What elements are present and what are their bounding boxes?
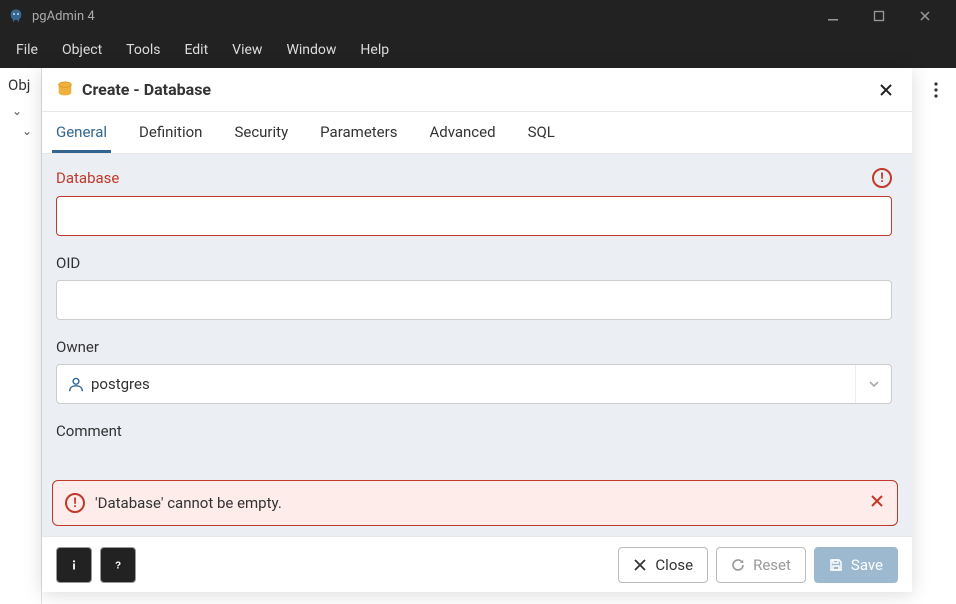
close-button[interactable]: Close (618, 547, 708, 583)
overflow-menu-button[interactable] (926, 80, 946, 100)
close-button-label: Close (655, 556, 693, 574)
comment-field-label: Comment (56, 422, 892, 440)
menu-edit[interactable]: Edit (172, 36, 220, 64)
alert-icon: ! (872, 168, 892, 188)
reset-button-label: Reset (753, 556, 791, 574)
sidebar-panel-title: Obj (4, 76, 37, 94)
menu-view[interactable]: View (220, 36, 274, 64)
reset-button[interactable]: Reset (716, 547, 806, 583)
database-label-text: Database (56, 169, 119, 187)
dialog-close-button[interactable] (874, 78, 898, 102)
dialog-tabbar: General Definition Security Parameters A… (42, 112, 912, 154)
menu-object[interactable]: Object (50, 36, 114, 64)
alert-icon: ! (65, 493, 85, 513)
tab-security[interactable]: Security (230, 113, 292, 153)
owner-field-label: Owner (56, 338, 892, 356)
tab-definition[interactable]: Definition (135, 113, 206, 153)
menu-file[interactable]: File (4, 36, 50, 64)
database-input[interactable] (56, 196, 892, 236)
app-icon (8, 8, 24, 24)
dismiss-error-button[interactable] (869, 493, 885, 513)
database-field-label: Database ! (56, 168, 892, 188)
dialog-title: Create - Database (82, 80, 874, 99)
minimize-button[interactable] (810, 0, 856, 32)
tree-expand-toggle[interactable]: ⌄ (4, 104, 37, 118)
close-icon (633, 558, 647, 572)
create-database-dialog: Create - Database General Definition Sec… (42, 68, 912, 592)
owner-select-value: postgres (91, 375, 855, 393)
titlebar: pgAdmin 4 (0, 0, 956, 32)
error-message: 'Database' cannot be empty. (95, 494, 859, 512)
menu-help[interactable]: Help (348, 36, 401, 64)
dialog-body-scroll[interactable]: Database ! OID Owner postgres (42, 154, 912, 536)
tab-sql[interactable]: SQL (524, 113, 559, 153)
info-button[interactable] (56, 547, 92, 583)
tab-advanced[interactable]: Advanced (425, 113, 499, 153)
save-button[interactable]: Save (814, 547, 898, 583)
close-window-button[interactable] (902, 0, 948, 32)
menu-window[interactable]: Window (274, 36, 348, 64)
menubar: File Object Tools Edit View Window Help (0, 32, 956, 68)
svg-text:?: ? (115, 560, 121, 571)
oid-field-label: OID (56, 254, 892, 272)
dialog-header: Create - Database (42, 68, 912, 112)
reset-icon (731, 558, 745, 572)
owner-select[interactable]: postgres (56, 364, 892, 404)
user-icon (67, 375, 85, 393)
database-icon (56, 81, 74, 99)
dialog-body: Database ! OID Owner postgres (42, 154, 912, 536)
save-icon (829, 558, 843, 572)
tab-parameters[interactable]: Parameters (316, 113, 401, 153)
dialog-footer: ? Close Reset Save (42, 536, 912, 592)
oid-input[interactable] (56, 280, 892, 320)
sidebar: Obj ⌄ ⌄ (0, 68, 42, 604)
chevron-down-icon (855, 365, 891, 403)
tree-expand-toggle-child[interactable]: ⌄ (4, 124, 37, 138)
save-button-label: Save (851, 556, 883, 574)
window-title: pgAdmin 4 (32, 9, 810, 24)
maximize-button[interactable] (856, 0, 902, 32)
tab-general[interactable]: General (52, 113, 111, 153)
menu-tools[interactable]: Tools (114, 36, 172, 64)
error-banner: ! 'Database' cannot be empty. (52, 480, 898, 526)
help-button[interactable]: ? (100, 547, 136, 583)
